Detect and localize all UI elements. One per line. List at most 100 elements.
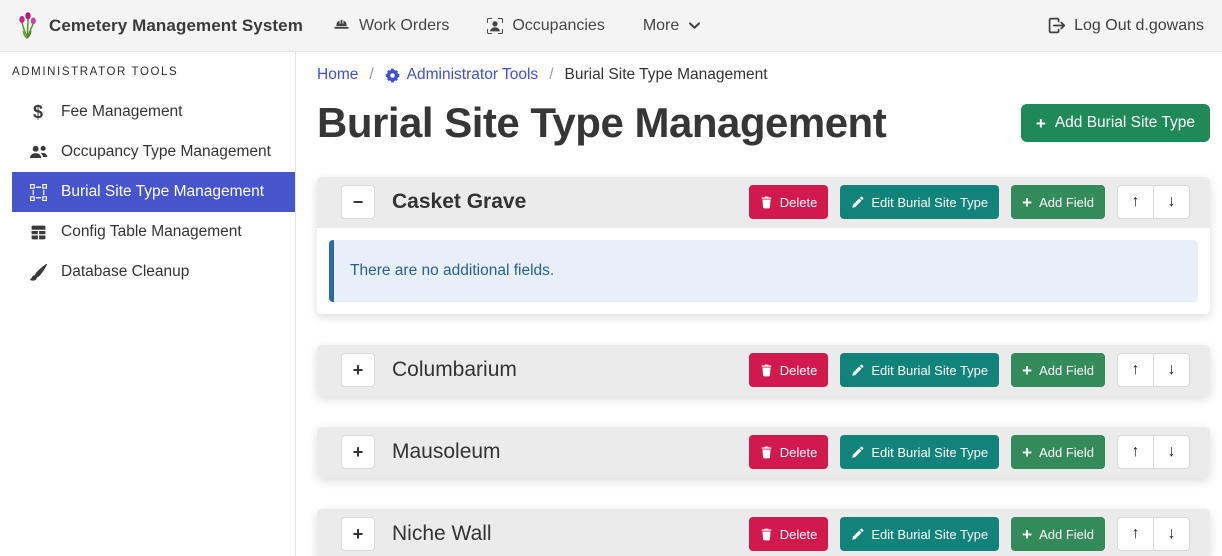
sidebar-item-occupancy-type-management[interactable]: Occupancy Type Management [12,132,295,172]
sidebar-item-config-table-management[interactable]: Config Table Management [12,212,295,252]
add-field-button[interactable]: + Add Field [1011,353,1105,387]
expand-toggle-button[interactable]: + [341,517,375,551]
panel-actions: Delete Edit Burial Site Type + Add Field… [749,185,1190,219]
nav-occupancies[interactable]: Occupancies [487,17,605,35]
nav-work-orders[interactable]: Work Orders [333,17,449,35]
logout-button[interactable]: Log Out d.gowans [1048,17,1206,35]
plus-icon: + [1036,115,1046,132]
sidebar-item-label: Database Cleanup [61,263,189,281]
move-down-button[interactable]: ↓ [1153,353,1190,387]
main-nav: Work Orders Occupancies More [333,17,701,35]
plus-icon: + [1022,362,1032,379]
move-up-button[interactable]: ↑ [1117,435,1154,469]
bounding-box-icon [28,184,48,201]
edit-burial-site-type-button[interactable]: Edit Burial Site Type [840,185,999,219]
breadcrumb-administrator-tools[interactable]: Administrator Tools [385,66,539,84]
panel-header: + Columbarium Delete Edit Burial Site Ty… [317,345,1210,396]
add-burial-site-type-label: Add Burial Site Type [1055,114,1195,132]
page-header: Burial Site Type Management + Add Burial… [317,96,1210,151]
top-navbar: Cemetery Management System Work Orders O… [0,0,1222,52]
edit-burial-site-type-button[interactable]: Edit Burial Site Type [840,353,999,387]
add-field-label: Add Field [1039,195,1094,210]
breadcrumb-current: Burial Site Type Management [565,66,768,84]
nav-occupancies-label: Occupancies [512,17,605,35]
logout-label: Log Out d.gowans [1074,17,1204,35]
brush-icon [28,264,48,281]
add-field-label: Add Field [1039,527,1094,542]
panel-columbarium: + Columbarium Delete Edit Burial Site Ty… [317,345,1210,396]
delete-button[interactable]: Delete [749,185,829,219]
move-up-button[interactable]: ↑ [1117,185,1154,219]
delete-button[interactable]: Delete [749,353,829,387]
delete-button[interactable]: Delete [749,435,829,469]
sidebar-item-label: Fee Management [61,103,183,121]
sidebar-heading: ADMINISTRATOR TOOLS [0,60,295,92]
nav-more-label: More [643,17,679,35]
app-brand[interactable]: Cemetery Management System [16,12,303,40]
panel-mausoleum: + Mausoleum Delete Edit Burial Site Type… [317,427,1210,478]
add-field-button[interactable]: + Add Field [1011,435,1105,469]
panel-title: Casket Grave [392,190,526,214]
delete-button[interactable]: Delete [749,517,829,551]
sidebar-item-database-cleanup[interactable]: Database Cleanup [12,252,295,292]
add-field-label: Add Field [1039,363,1094,378]
people-icon [28,143,48,162]
logout-icon [1048,17,1065,34]
move-up-button[interactable]: ↑ [1117,517,1154,551]
edit-burial-site-type-button[interactable]: Edit Burial Site Type [840,517,999,551]
expand-toggle-button[interactable]: + [341,435,375,469]
add-field-button[interactable]: + Add Field [1011,517,1105,551]
panel-actions: Delete Edit Burial Site Type + Add Field… [749,353,1190,387]
trash-icon [760,528,773,541]
trash-icon [760,446,773,459]
app-title: Cemetery Management System [49,16,303,36]
pencil-icon [851,528,864,541]
move-down-button[interactable]: ↓ [1153,517,1190,551]
trash-icon [760,364,773,377]
panel-body: There are no additional fields. [317,228,1210,314]
pencil-icon [851,364,864,377]
panel-header: + Niche Wall Delete Edit Burial Site Typ… [317,509,1210,556]
gear-icon [385,68,400,83]
breadcrumb-separator: / [367,66,375,84]
move-down-button[interactable]: ↓ [1153,435,1190,469]
chevron-down-icon [688,19,701,32]
expand-toggle-button[interactable]: + [341,353,375,387]
nav-work-orders-label: Work Orders [359,17,449,35]
panel-header: + Mausoleum Delete Edit Burial Site Type… [317,427,1210,478]
edit-label: Edit Burial Site Type [871,363,988,378]
edit-label: Edit Burial Site Type [871,445,988,460]
sidebar-item-label: Burial Site Type Management [61,183,264,201]
sidebar-item-label: Occupancy Type Management [61,143,271,161]
main-content: Home / Administrator Tools / Burial Site… [296,52,1222,556]
nav-more[interactable]: More [643,17,701,35]
add-burial-site-type-button[interactable]: + Add Burial Site Type [1021,104,1210,142]
move-up-button[interactable]: ↑ [1117,353,1154,387]
edit-label: Edit Burial Site Type [871,195,988,210]
delete-label: Delete [780,527,818,542]
trash-icon [760,196,773,209]
dollar-icon: $ [28,103,48,121]
collapse-toggle-button[interactable]: − [341,185,375,219]
page-title: Burial Site Type Management [317,96,886,151]
delete-label: Delete [780,195,818,210]
sidebar-item-label: Config Table Management [61,223,242,241]
move-down-button[interactable]: ↓ [1153,185,1190,219]
panel-actions: Delete Edit Burial Site Type + Add Field… [749,517,1190,551]
edit-burial-site-type-button[interactable]: Edit Burial Site Type [840,435,999,469]
add-field-label: Add Field [1039,445,1094,460]
panel-actions: Delete Edit Burial Site Type + Add Field… [749,435,1190,469]
sidebar-item-fee-management[interactable]: $ Fee Management [12,92,295,132]
reorder-group: ↑ ↓ [1117,435,1190,469]
breadcrumb-home[interactable]: Home [317,66,358,84]
pencil-icon [851,196,864,209]
delete-label: Delete [780,363,818,378]
tulip-logo-icon [16,12,39,40]
panel-casket-grave: − Casket Grave Delete Edit Burial Site T… [317,177,1210,314]
sidebar-item-burial-site-type-management[interactable]: Burial Site Type Management [12,172,295,212]
panel-header: − Casket Grave Delete Edit Burial Site T… [317,177,1210,228]
add-field-button[interactable]: + Add Field [1011,185,1105,219]
edit-label: Edit Burial Site Type [871,527,988,542]
panel-niche-wall: + Niche Wall Delete Edit Burial Site Typ… [317,509,1210,556]
panel-title: Columbarium [392,358,517,382]
